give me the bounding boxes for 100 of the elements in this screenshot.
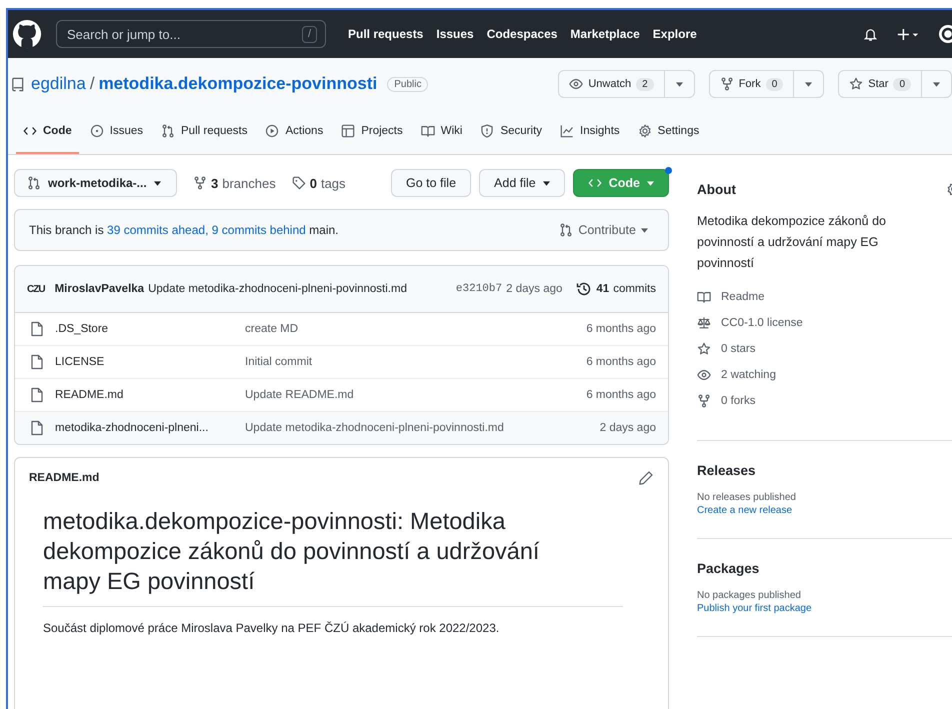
author-avatar: CZU bbox=[27, 284, 45, 294]
file-icon bbox=[29, 420, 45, 436]
caret-icon bbox=[542, 180, 550, 186]
commit-message[interactable]: Update metodika-zhodnoceni-plneni-povinnosti.md bbox=[148, 283, 407, 295]
fork-icon bbox=[697, 394, 711, 408]
owner-link[interactable]: egdilna bbox=[31, 74, 86, 94]
avatar-icon[interactable] bbox=[938, 24, 952, 44]
table-icon bbox=[341, 124, 356, 138]
nav-link[interactable]: Explore bbox=[652, 27, 697, 41]
section-heading: Packages bbox=[697, 561, 760, 576]
file-name-link[interactable]: LICENSE bbox=[55, 356, 245, 368]
branch-status-text: This branch is 39 commits ahead, 9 commits behind main. bbox=[29, 223, 338, 237]
section-heading: Releases bbox=[697, 463, 757, 478]
repo-icon bbox=[10, 76, 25, 92]
graph-icon bbox=[560, 124, 574, 138]
commits-link[interactable]: 41 commits bbox=[576, 281, 656, 297]
nav-link[interactable]: Pull requests bbox=[348, 27, 424, 41]
readme-paragraph: Součást diplomové práce Miroslava Pavelky na PEF ČZÚ akademický rok 2022/2023. bbox=[43, 621, 500, 635]
search-field[interactable]: Search or jump to... / bbox=[56, 20, 326, 48]
file-icon bbox=[29, 387, 45, 403]
file-time: 2 days ago bbox=[600, 422, 656, 434]
notification-dot bbox=[665, 167, 672, 174]
caret-icon bbox=[805, 82, 812, 86]
pull-request-icon bbox=[559, 223, 574, 237]
caret-icon bbox=[641, 228, 648, 232]
repo-tab[interactable]: Settings bbox=[630, 110, 706, 154]
repo-description: Metodika dekompozice zákonů do povinností a udržování mapy EG povinností bbox=[697, 213, 888, 272]
file-time: 6 months ago bbox=[586, 323, 656, 335]
repo-tab[interactable]: Code bbox=[16, 110, 79, 154]
about-link[interactable]: 0 stars bbox=[697, 336, 952, 362]
counter: 0 bbox=[893, 78, 911, 90]
about-link[interactable]: 2 watching bbox=[697, 362, 952, 388]
shortcut-key: / bbox=[302, 26, 317, 42]
file-time: 6 months ago bbox=[586, 356, 656, 368]
about-link[interactable]: Readme bbox=[697, 284, 952, 310]
add-file-button[interactable]: Add file bbox=[479, 169, 565, 197]
readme-heading: metodika.dekompozice-povinnosti: Metodika dekompozice zákonů do povinností a udržování mapy EG povinností bbox=[43, 506, 623, 607]
branch-icon bbox=[27, 176, 41, 190]
repo-tab[interactable]: Insights bbox=[553, 110, 627, 154]
repo-tab[interactable]: Security bbox=[473, 110, 550, 154]
section-link[interactable]: Publish your first package bbox=[697, 603, 952, 614]
readme-filename: README.md bbox=[29, 472, 100, 484]
tag-icon bbox=[292, 176, 306, 190]
history-icon bbox=[576, 281, 592, 297]
commit-time: 2 days ago bbox=[506, 283, 562, 295]
commit-sha[interactable]: e3210b7 bbox=[456, 283, 502, 295]
nav-link[interactable]: Issues bbox=[436, 27, 474, 41]
nav-link[interactable]: Codespaces bbox=[486, 27, 558, 41]
plus-dropdown-icon[interactable] bbox=[896, 26, 920, 42]
contribute-button[interactable]: Contribute bbox=[553, 222, 654, 238]
caret-icon bbox=[154, 180, 161, 186]
eye-icon bbox=[569, 77, 584, 91]
file-icon bbox=[29, 354, 45, 370]
star-icon bbox=[849, 77, 864, 91]
caret-icon bbox=[676, 82, 683, 86]
book-icon bbox=[420, 124, 435, 138]
commit-message-link[interactable]: create MD bbox=[245, 323, 586, 335]
star-icon bbox=[697, 342, 711, 356]
section-link[interactable]: Create a new release bbox=[697, 505, 952, 516]
play-icon bbox=[265, 124, 280, 138]
pull-request-icon bbox=[161, 124, 175, 138]
repo-tab[interactable]: Actions bbox=[258, 110, 330, 154]
commit-message-link[interactable]: Update README.md bbox=[245, 389, 586, 401]
branch-icon bbox=[193, 176, 207, 190]
file-name-link[interactable]: README.md bbox=[55, 389, 245, 401]
scale-icon bbox=[697, 316, 711, 330]
about-link[interactable]: 0 forks bbox=[697, 388, 952, 414]
repo-tab[interactable]: Wiki bbox=[414, 110, 470, 154]
branches-link[interactable]: 3 branches bbox=[193, 176, 276, 190]
author-link[interactable]: MiroslavPavelka bbox=[54, 283, 144, 295]
nav-link[interactable]: Marketplace bbox=[570, 27, 640, 41]
repo-name-link[interactable]: metodika.dekompozice-povinnosti bbox=[98, 74, 378, 94]
go-to-file-button[interactable]: Go to file bbox=[391, 169, 472, 197]
shield-icon bbox=[480, 124, 494, 138]
about-heading: About bbox=[697, 182, 736, 196]
bell-icon[interactable] bbox=[863, 26, 878, 42]
visibility-label: Public bbox=[387, 76, 428, 92]
counter: 2 bbox=[636, 78, 654, 90]
counter: 0 bbox=[766, 78, 784, 90]
commit-message-link[interactable]: Initial commit bbox=[245, 356, 586, 368]
commit-message-link[interactable]: Update metodika-zhodnoceni-plneni-povinnosti.md bbox=[245, 422, 600, 434]
file-name-link[interactable]: .DS_Store bbox=[55, 323, 245, 335]
repo-tab[interactable]: Pull requests bbox=[154, 110, 254, 154]
file-icon bbox=[29, 321, 45, 337]
section-note: No releases published bbox=[697, 492, 797, 503]
repo-tab[interactable]: Projects bbox=[334, 110, 410, 154]
book-icon bbox=[697, 290, 711, 304]
caret-icon bbox=[933, 82, 940, 86]
about-link[interactable]: CC0-1.0 license bbox=[697, 310, 952, 336]
section-note: No packages published bbox=[697, 590, 802, 601]
eye-icon bbox=[697, 368, 711, 382]
caret-icon bbox=[647, 180, 654, 186]
repo-tab[interactable]: Issues bbox=[82, 110, 150, 154]
branch-select-button[interactable]: work-metodika-... bbox=[14, 169, 177, 197]
file-name-link[interactable]: metodika-zhodnoceni-plneni... bbox=[55, 422, 245, 434]
pencil-icon[interactable] bbox=[638, 470, 654, 486]
tags-link[interactable]: 0 tags bbox=[292, 176, 346, 190]
file-time: 6 months ago bbox=[586, 389, 656, 401]
fork-icon bbox=[720, 77, 734, 91]
octocat-logo-icon[interactable] bbox=[12, 19, 42, 49]
